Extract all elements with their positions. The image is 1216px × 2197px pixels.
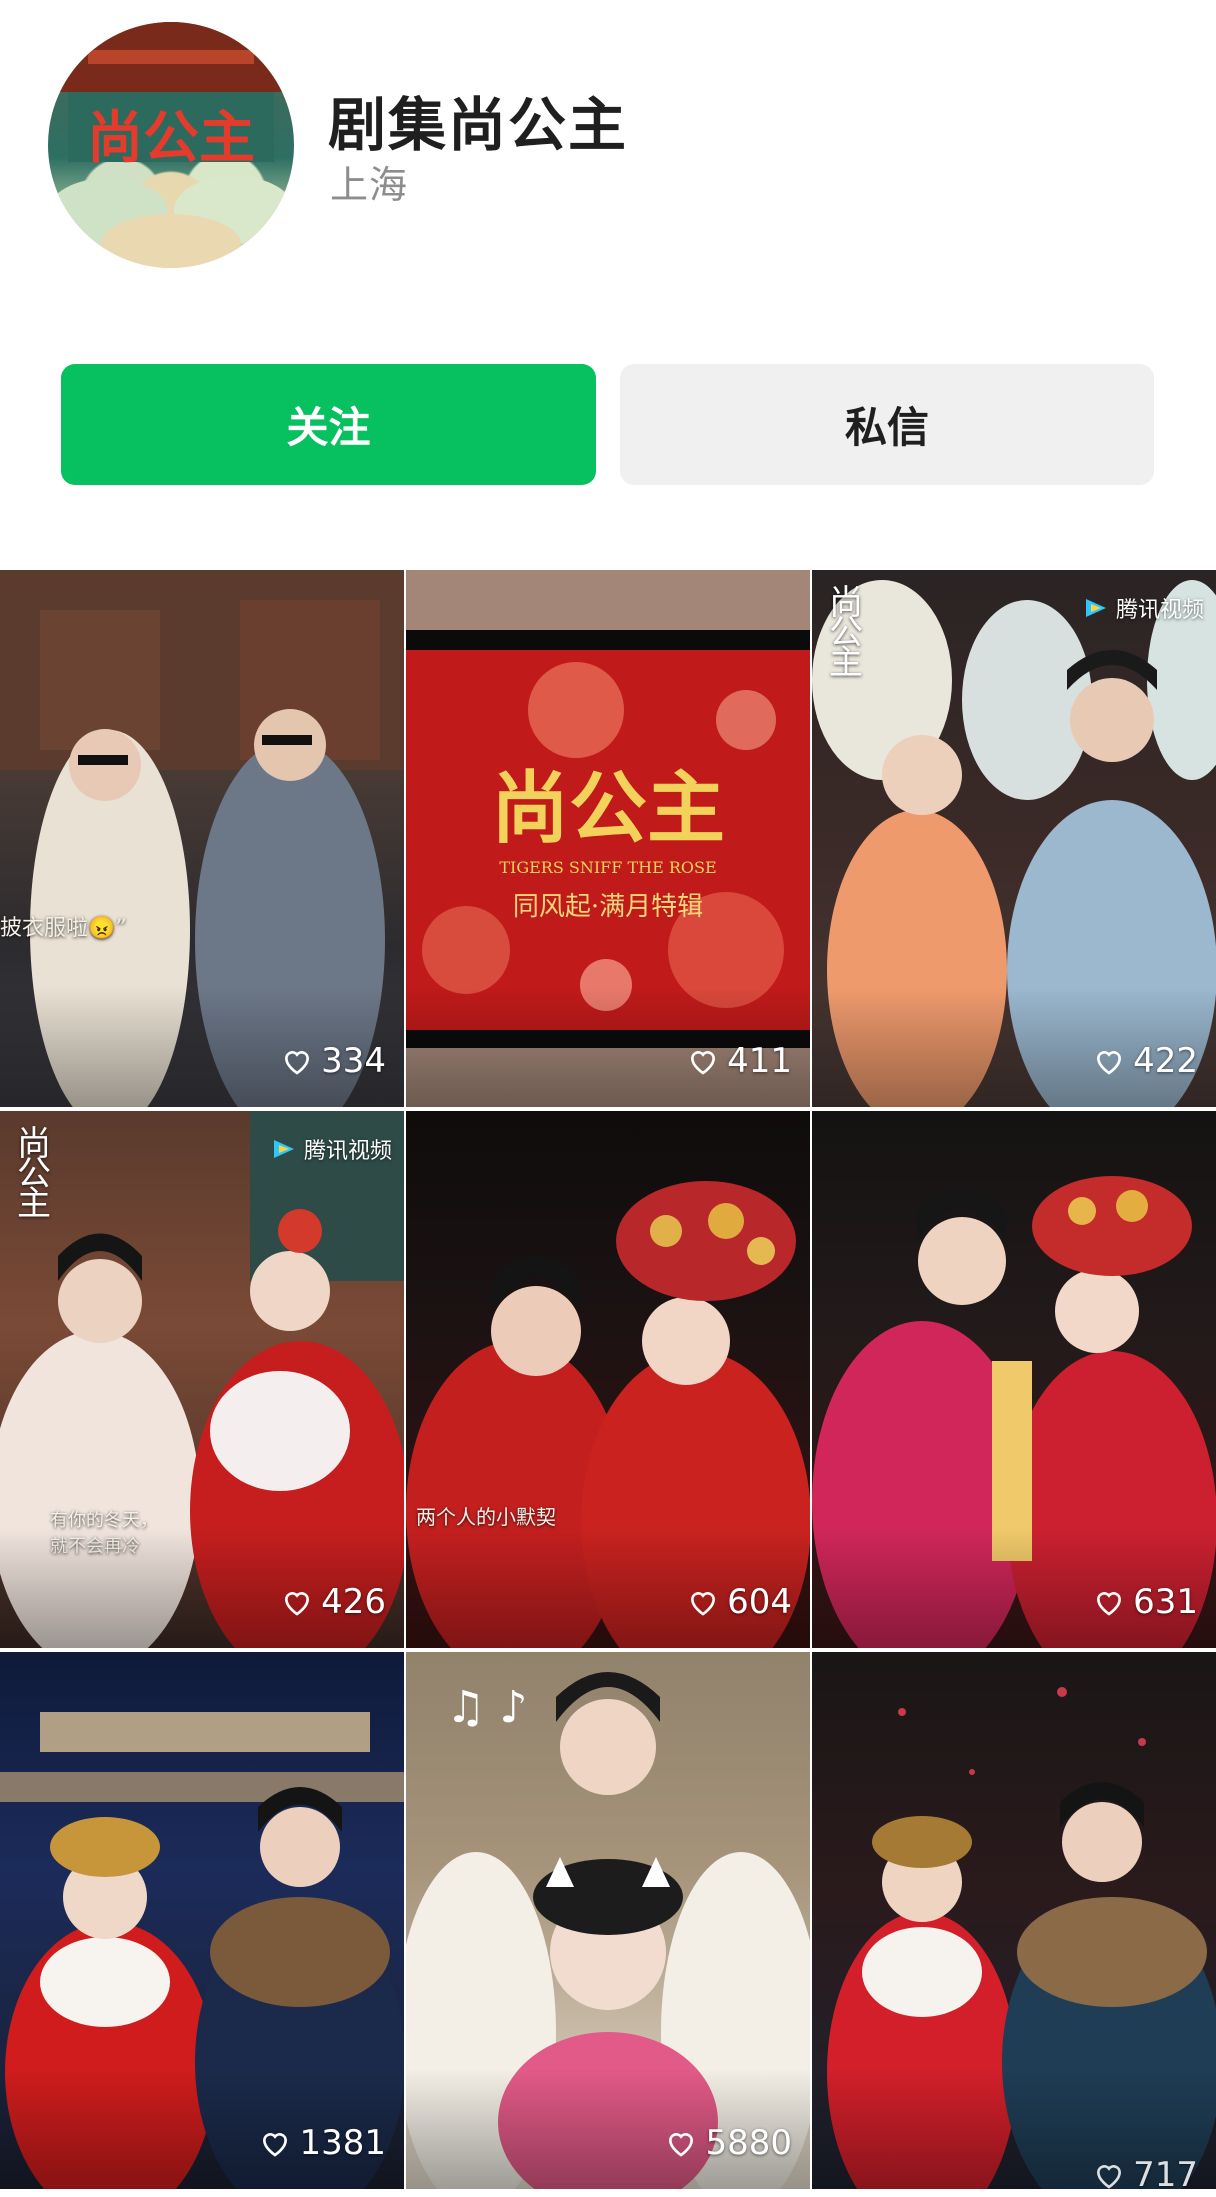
heart-icon xyxy=(691,1592,716,1616)
heart-icon xyxy=(691,1051,716,1075)
like-count-value: 422 xyxy=(1133,1041,1198,1081)
like-count-value: 5880 xyxy=(705,2123,792,2163)
heart-icon xyxy=(285,1592,310,1616)
profile-location: 上海 xyxy=(330,163,409,207)
show-logo: 尚公主 xyxy=(17,1124,51,1224)
video-thumbnail[interactable]: 尚公主 TIGERS SNIFF THE ROSE 同风起·满月特辑 411 xyxy=(406,570,810,1107)
platform-badge-label: 腾讯视频 xyxy=(303,1139,392,1164)
svg-text:尚公主: 尚公主 xyxy=(491,763,725,854)
like-count: 5880 xyxy=(665,2123,792,2163)
like-count-value: 411 xyxy=(727,1041,792,1081)
heart-icon xyxy=(285,1051,310,1075)
heart-icon xyxy=(263,2133,288,2157)
video-thumbnail[interactable]: 1381 xyxy=(0,1652,404,2189)
heart-icon xyxy=(669,2133,694,2157)
heart-icon xyxy=(1097,1592,1122,1616)
like-count-value: 631 xyxy=(1133,1582,1198,1622)
show-logo: 尚公主 xyxy=(829,583,863,683)
video-thumbnail[interactable]: 717 xyxy=(812,1652,1216,2189)
svg-text:TIGERS SNIFF THE ROSE: TIGERS SNIFF THE ROSE xyxy=(499,858,716,877)
video-thumbnail[interactable]: 披衣服啦😠” 334 xyxy=(0,570,404,1107)
video-thumbnail[interactable]: 两个人的小默契 604 xyxy=(406,1111,810,1648)
like-count: 604 xyxy=(687,1582,792,1622)
svg-text:♫ ♪: ♫ ♪ xyxy=(446,1682,528,1733)
message-button[interactable]: 私信 xyxy=(620,364,1154,485)
video-caption: 披衣服啦😠” xyxy=(0,916,127,941)
svg-text:尚公主: 尚公主 xyxy=(87,105,255,171)
follow-button[interactable]: 关注 xyxy=(61,364,596,485)
svg-text:同风起·满月特辑: 同风起·满月特辑 xyxy=(513,892,703,922)
like-count-value: 717 xyxy=(1133,2155,1198,2189)
platform-badge: 腾讯视频 xyxy=(270,1133,392,1165)
avatar-image: 尚公主 xyxy=(48,22,294,268)
platform-badge: 腾讯视频 xyxy=(1082,592,1204,624)
avatar[interactable]: 尚公主 xyxy=(48,22,294,268)
tencent-video-icon xyxy=(1085,599,1106,617)
profile-name: 剧集尚公主 xyxy=(328,91,629,159)
heart-icon xyxy=(1097,2165,1122,2189)
like-count: 411 xyxy=(687,1041,792,1081)
like-count: 334 xyxy=(281,1041,386,1081)
video-thumbnail[interactable]: 尚公主 腾讯视频 422 xyxy=(812,570,1216,1107)
platform-badge-label: 腾讯视频 xyxy=(1115,598,1204,623)
video-caption: 两个人的小默契 xyxy=(416,1505,556,1529)
video-thumbnail[interactable]: 尚公主 腾讯视频 有你的冬天， 就不会再冷 426 xyxy=(0,1111,404,1648)
like-count: 717 xyxy=(1093,2155,1198,2189)
like-count-value: 426 xyxy=(321,1582,386,1622)
heart-icon xyxy=(1097,1051,1122,1075)
like-count: 1381 xyxy=(259,2123,386,2163)
like-count: 422 xyxy=(1093,1041,1198,1081)
like-count: 426 xyxy=(281,1582,386,1622)
profile-header: 尚公主 剧集尚公主 上海 关注 私信 xyxy=(0,0,1216,560)
video-thumbnail[interactable]: ♫ ♪ 5880 xyxy=(406,1652,810,2189)
video-grid: 披衣服啦😠” 334 尚公主 TIGERS SNIFF THE ROSE 同风起… xyxy=(0,570,1216,2197)
tencent-video-icon xyxy=(273,1140,294,1158)
like-count-value: 604 xyxy=(727,1582,792,1622)
video-thumbnail[interactable]: 631 xyxy=(812,1111,1216,1648)
like-count-value: 1381 xyxy=(299,2123,386,2163)
like-count-value: 334 xyxy=(321,1041,386,1081)
like-count: 631 xyxy=(1093,1582,1198,1622)
